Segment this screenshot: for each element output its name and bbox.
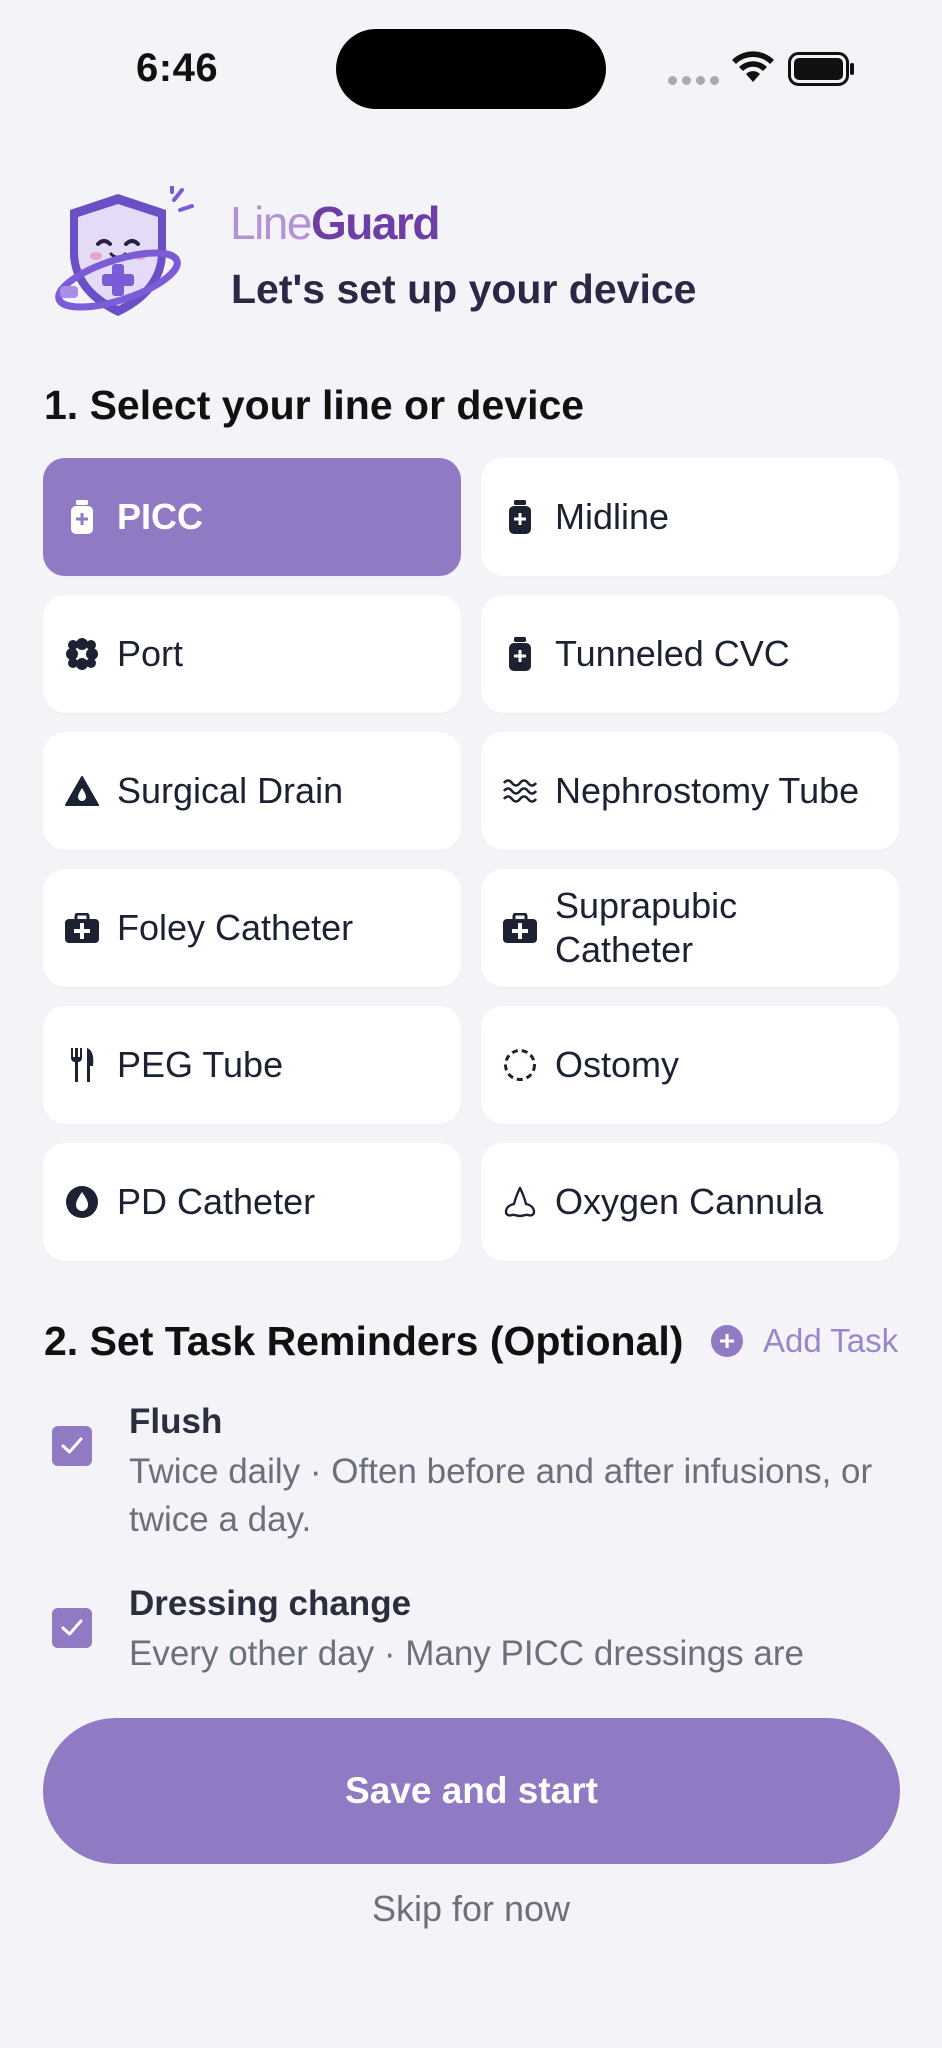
device-label: PEG Tube [117, 1044, 284, 1085]
nose-icon [503, 1185, 537, 1219]
checkmark-icon [61, 1619, 83, 1636]
device-option-foley-catheter[interactable]: Foley Catheter [43, 869, 461, 987]
device-option-picc[interactable]: PICC [43, 458, 461, 576]
droplet-icon [65, 1185, 99, 1219]
task-title: Flush [129, 1402, 223, 1441]
device-option-midline[interactable]: Midline [481, 458, 899, 576]
wifi-icon [732, 51, 774, 82]
device-label: Oxygen Cannula [555, 1181, 824, 1222]
device-label: PICC [117, 496, 204, 537]
device-option-peg-tube[interactable]: PEG Tube [43, 1006, 461, 1124]
lineguard-mascot-logo [55, 186, 194, 316]
device-label: Nephrostomy Tube [555, 770, 860, 811]
device-grid: PICC Midline Port Tunneled CVC Surgical … [43, 458, 900, 1261]
task-description: Every other day · Many PICC dressings ar… [129, 1634, 804, 1673]
device-label: Foley Catheter [117, 907, 354, 948]
device-option-surgical-drain[interactable]: Surgical Drain [43, 732, 461, 850]
device-option-oxygen-cannula[interactable]: Oxygen Cannula [481, 1143, 899, 1261]
device-label: Midline [555, 496, 670, 537]
device-option-ostomy[interactable]: Ostomy [481, 1006, 899, 1124]
medical-kit-icon [503, 911, 537, 945]
vial-icon [503, 637, 537, 671]
device-label: PD Catheter [117, 1181, 316, 1222]
brand-name-light: Line [230, 197, 312, 249]
device-label: Suprapubic Catheter [555, 885, 738, 970]
device-option-suprapubic-catheter[interactable]: Suprapubic Catheter [481, 869, 899, 987]
page-subtitle: Let's set up your device [231, 266, 697, 312]
device-label: Tunneled CVC [555, 633, 790, 674]
task-title: Dressing change [129, 1584, 412, 1623]
utensils-icon [65, 1048, 99, 1082]
plus-circle-icon: + [711, 1325, 743, 1357]
vial-icon [503, 500, 537, 534]
dynamic-island [336, 29, 606, 109]
dashed-circle-icon [503, 1048, 537, 1082]
device-option-tunneled-cvc[interactable]: Tunneled CVC [481, 595, 899, 713]
device-option-pd-catheter[interactable]: PD Catheter [43, 1143, 461, 1261]
add-task-button[interactable]: + Add Task [711, 1322, 898, 1360]
waves-icon [503, 774, 537, 808]
drop-triangle-icon [65, 774, 99, 808]
device-label: Surgical Drain [117, 770, 344, 811]
task-description: Twice daily · Often before and after inf… [129, 1452, 873, 1539]
status-time: 6:46 [136, 46, 219, 90]
vial-icon [65, 500, 99, 534]
save-and-start-button[interactable]: Save and start [43, 1718, 900, 1864]
add-task-label: Add Task [763, 1322, 899, 1359]
battery-icon [788, 52, 854, 86]
cellular-signal-icon [668, 76, 719, 85]
status-bar: 6:46 [0, 0, 942, 140]
task-checkbox[interactable] [52, 1608, 92, 1648]
device-option-nephrostomy-tube[interactable]: Nephrostomy Tube [481, 732, 899, 850]
port-icon [65, 637, 99, 671]
device-label: Port [117, 633, 184, 674]
brand-name-bold: Guard [310, 197, 440, 249]
medical-kit-icon [65, 911, 99, 945]
task-checkbox[interactable] [52, 1426, 92, 1466]
device-label: Ostomy [555, 1044, 680, 1085]
brand-name: LineGuard [230, 196, 440, 250]
checkmark-icon [61, 1437, 83, 1454]
select-device-heading: 1. Select your line or device [44, 382, 585, 428]
device-option-port[interactable]: Port [43, 595, 461, 713]
task-reminders-heading: 2. Set Task Reminders (Optional) [44, 1318, 684, 1364]
skip-for-now-link[interactable]: Skip for now [0, 1888, 942, 1930]
